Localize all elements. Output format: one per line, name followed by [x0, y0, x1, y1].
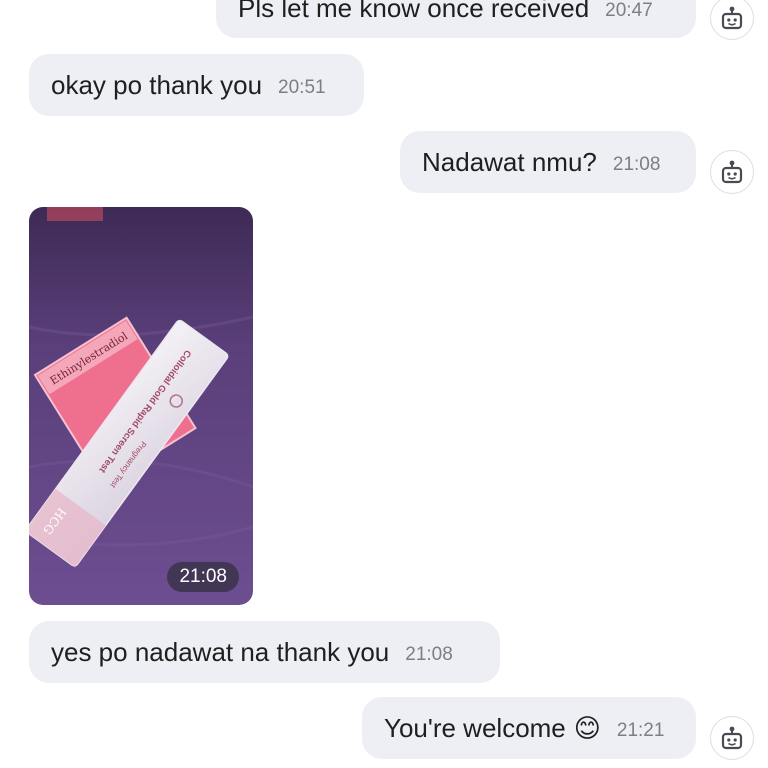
photo-time: 21:08 [167, 562, 239, 592]
message-text: Pls let me know once received [238, 0, 590, 23]
message-photo[interactable]: Ethinylestradiol Rx Colloidal Gold Rapid… [29, 207, 253, 605]
message-time: 20:47 [605, 0, 653, 21]
robot-icon [721, 160, 743, 184]
message-time: 21:08 [405, 643, 453, 665]
message-bubble-received[interactable]: okay po thank you 20:51 [29, 54, 364, 116]
message-text: Nadawat nmu? [422, 146, 597, 177]
robot-icon [721, 6, 743, 30]
message-time: 21:08 [612, 153, 661, 175]
emoji-smile-icon: 😊 [573, 712, 601, 743]
avatar[interactable] [710, 716, 754, 760]
message-bubble-sent[interactable]: You're welcome 😊 21:21 [362, 697, 696, 759]
message-time: 20:51 [278, 76, 326, 98]
message-text: okay po thank you [51, 69, 263, 100]
message-text: You're welcome [384, 712, 566, 743]
message-time: 21:21 [616, 719, 665, 741]
photo-image: Ethinylestradiol Rx Colloidal Gold Rapid… [29, 207, 253, 605]
message-text: yes po nadawat na thank you [51, 636, 390, 667]
message-bubble-sent[interactable]: Nadawat nmu? 21:08 [400, 131, 696, 193]
avatar[interactable] [710, 150, 754, 194]
message-bubble-sent[interactable]: Pls let me know once received 20:47 [216, 0, 696, 38]
message-bubble-received[interactable]: yes po nadawat na thank you 21:08 [29, 621, 500, 683]
avatar[interactable] [710, 0, 754, 40]
robot-icon [721, 726, 743, 750]
